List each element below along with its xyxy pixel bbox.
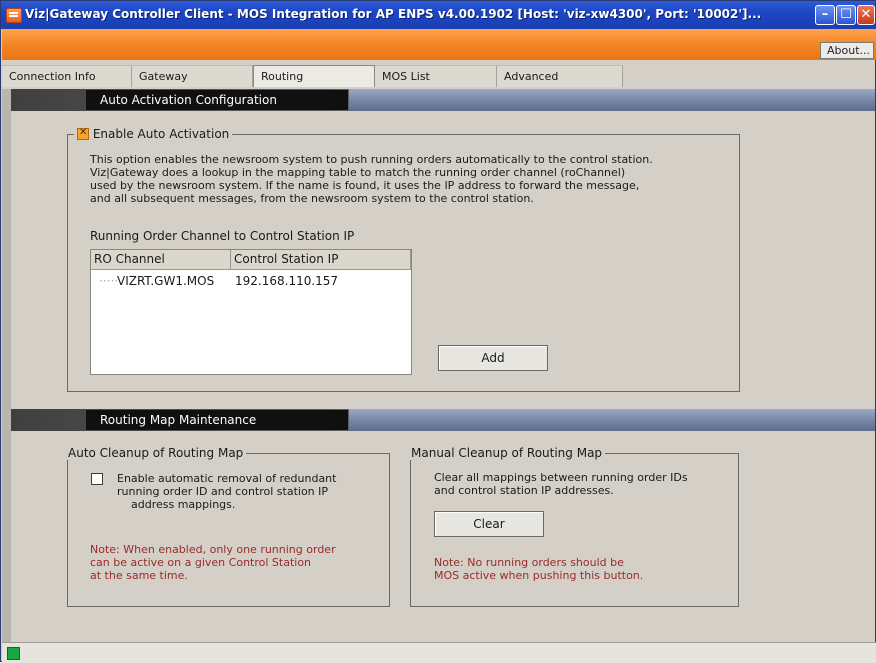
- section-stripe: [349, 409, 875, 431]
- column-header-control-station-ip[interactable]: Control Station IP: [231, 250, 411, 270]
- note-line: Note: When enabled, only one running ord…: [90, 543, 336, 556]
- description-line: Clear all mappings between running order…: [434, 471, 688, 484]
- tab-mos-list[interactable]: MOS List: [375, 65, 497, 87]
- maximize-button[interactable]: ☐: [836, 5, 856, 25]
- status-bar: [2, 642, 876, 663]
- description-line: Viz|Gateway does a lookup in the mapping…: [90, 166, 626, 179]
- tab-connection-info[interactable]: Connection Info: [2, 65, 132, 87]
- description-line: and control station IP addresses.: [434, 484, 614, 497]
- description-line: used by the newsroom system. If the name…: [90, 179, 640, 192]
- header-banner: About...: [2, 29, 876, 60]
- note-line: at the same time.: [90, 569, 188, 582]
- clear-button[interactable]: Clear: [434, 511, 544, 537]
- tab-advanced[interactable]: Advanced: [497, 65, 623, 87]
- note-line: Note: No running orders should be: [434, 556, 624, 569]
- minimize-icon: –: [821, 7, 829, 22]
- maximize-icon: ☐: [840, 7, 852, 22]
- minimize-button[interactable]: –: [815, 5, 835, 25]
- section-title: Auto Activation Configuration: [86, 90, 348, 110]
- checkbox-label-line: Enable automatic removal of redundant: [117, 472, 337, 485]
- description-line: and all subsequent messages, from the ne…: [90, 192, 534, 205]
- auto-activation-description: This option enables the newsroom system …: [90, 153, 735, 205]
- window-title: Viz|Gateway Controller Client - MOS Inte…: [25, 7, 762, 21]
- close-icon: ✕: [860, 7, 872, 22]
- tab-routing[interactable]: Routing: [253, 65, 375, 87]
- manual-cleanup-note: Note: No running orders should be MOS ac…: [434, 556, 643, 582]
- title-bar[interactable]: Viz|Gateway Controller Client - MOS Inte…: [1, 1, 875, 29]
- mapping-table-title: Running Order Channel to Control Station…: [90, 229, 355, 243]
- app-icon: [6, 8, 22, 23]
- enable-auto-activation-label[interactable]: Enable Auto Activation: [93, 127, 229, 141]
- enable-auto-activation-checkbox[interactable]: [77, 127, 89, 140]
- manual-cleanup-legend: Manual Cleanup of Routing Map: [411, 446, 603, 460]
- checkbox-label-line: running order ID and control station IP: [117, 485, 329, 498]
- auto-cleanup-checkbox[interactable]: [91, 473, 103, 485]
- auto-cleanup-group: Auto Cleanup of Routing Map: [67, 446, 390, 607]
- app-window: Viz|Gateway Controller Client - MOS Inte…: [0, 0, 876, 663]
- group-legend: Enable Auto Activation: [74, 127, 232, 141]
- tree-line-icon: ·····: [99, 274, 119, 288]
- close-button[interactable]: ✕: [857, 5, 875, 25]
- description-line: This option enables the newsroom system …: [90, 153, 653, 166]
- section-title: Routing Map Maintenance: [86, 410, 348, 430]
- ip-cell: 192.168.110.157: [235, 274, 339, 288]
- mapping-table[interactable]: RO Channel Control Station IP ····· VIZR…: [90, 249, 412, 375]
- auto-cleanup-checkbox-label[interactable]: Enable automatic removal of redundant ru…: [117, 472, 336, 511]
- auto-cleanup-legend: Auto Cleanup of Routing Map: [68, 446, 244, 460]
- note-line: can be active on a given Control Station: [90, 556, 312, 569]
- tab-gateway[interactable]: Gateway: [132, 65, 253, 87]
- column-header-ro-channel[interactable]: RO Channel: [91, 250, 231, 270]
- left-strip: [2, 89, 11, 642]
- section-header-routing-map: Routing Map Maintenance: [11, 409, 875, 431]
- add-button[interactable]: Add: [438, 345, 548, 371]
- section-header-auto-activation: Auto Activation Configuration: [11, 89, 875, 111]
- checkbox-label-line: address mappings.: [131, 498, 236, 511]
- about-button[interactable]: About...: [820, 42, 874, 59]
- note-line: MOS active when pushing this button.: [434, 569, 644, 582]
- connection-status-indicator: [7, 647, 20, 660]
- section-stripe: [349, 89, 875, 111]
- tab-bar: Connection Info Gateway Routing MOS List…: [2, 65, 876, 87]
- manual-cleanup-description: Clear all mappings between running order…: [434, 471, 688, 497]
- auto-cleanup-note: Note: When enabled, only one running ord…: [90, 543, 336, 582]
- ro-channel-cell: VIZRT.GW1.MOS: [117, 274, 215, 288]
